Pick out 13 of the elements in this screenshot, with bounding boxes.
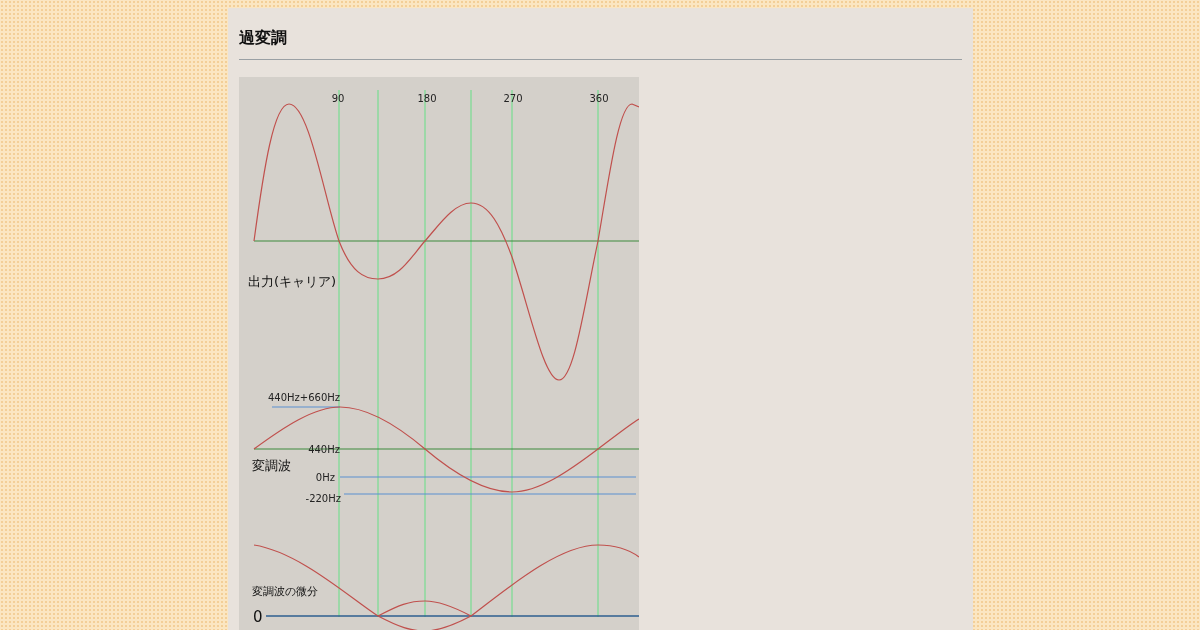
carrier-label: 出力(キャリア) — [248, 274, 337, 289]
frequency-label: 0Hz — [315, 472, 335, 483]
derivative-label: 変調波の微分 — [252, 585, 318, 598]
degree-label: 270 — [503, 93, 523, 104]
zero-label: 0 — [253, 608, 263, 626]
degree-label: 90 — [331, 93, 345, 104]
frequency-label: -220Hz — [305, 493, 341, 504]
modulating-wave-label: 変調波 — [252, 458, 291, 473]
degree-label: 180 — [417, 93, 437, 104]
degree-label: 360 — [589, 93, 609, 104]
frequency-label: 440Hz — [308, 444, 340, 455]
page-title: 過変調 — [239, 28, 288, 49]
frequency-label: 440Hz+660Hz — [268, 392, 341, 403]
